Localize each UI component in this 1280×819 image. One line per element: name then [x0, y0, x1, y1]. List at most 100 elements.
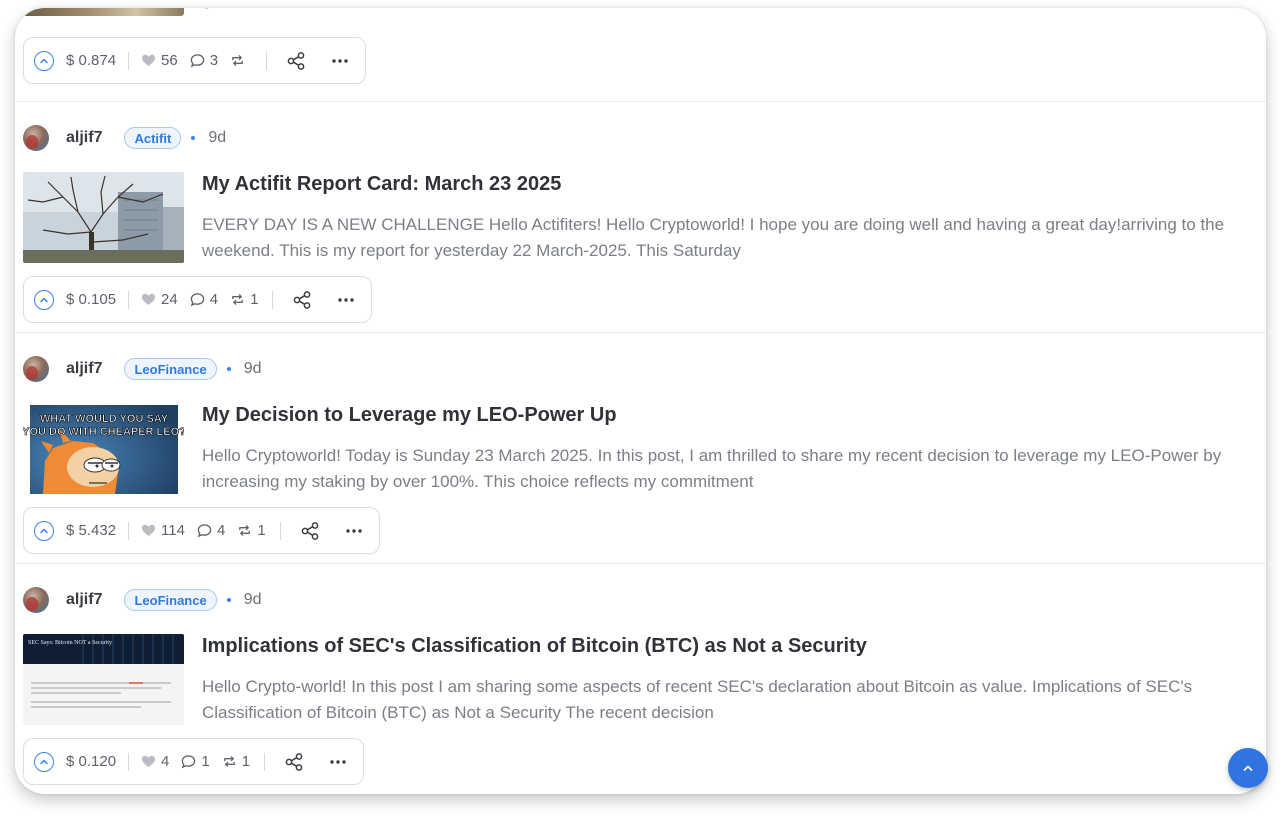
heart-icon: [141, 524, 156, 537]
avatar[interactable]: [23, 125, 49, 151]
post-thumbnail[interactable]: [23, 8, 184, 16]
like-count: 56: [161, 52, 178, 69]
like-count: 114: [161, 522, 185, 539]
community-badge[interactable]: Actifit: [124, 127, 182, 149]
more-button[interactable]: [329, 50, 351, 72]
community-badge[interactable]: LeoFinance: [124, 589, 217, 611]
meme-image: WHAT WOULD YOU SAY YOU DO WITH CHEAPER L…: [23, 403, 184, 494]
reblog-icon: [223, 756, 235, 767]
share-button[interactable]: [283, 751, 305, 773]
upvote-button[interactable]: [34, 520, 54, 541]
share-button[interactable]: [299, 520, 321, 542]
scroll-to-top-button[interactable]: [1228, 748, 1268, 788]
reblog-button[interactable]: [230, 53, 250, 68]
tree-photo-image: [23, 172, 184, 263]
share-button[interactable]: [285, 50, 307, 72]
heart-icon: [141, 54, 156, 67]
like-button[interactable]: 24: [141, 291, 178, 308]
separator-dot: [226, 598, 231, 602]
community-badge[interactable]: LeoFinance: [124, 358, 217, 380]
upvote-icon[interactable]: [34, 289, 54, 310]
like-button[interactable]: 114: [141, 522, 185, 539]
post-card: aljif7 LeoFinance 9d WHAT WOULD YOU SAY: [15, 333, 1266, 564]
heart-icon: [141, 755, 156, 768]
like-count: 4: [161, 753, 170, 770]
comment-count: 4: [209, 291, 219, 308]
comment-count: 4: [216, 522, 226, 539]
share-icon: [294, 290, 311, 309]
payout-value[interactable]: $ 0.874: [66, 52, 116, 69]
payout-value[interactable]: $ 0.120: [66, 753, 116, 770]
post-card: aljif7 Actifit 9d My Actifit Report Card…: [15, 102, 1266, 333]
divider: [266, 51, 268, 70]
more-button[interactable]: [343, 520, 365, 542]
post-thumbnail[interactable]: [23, 172, 184, 263]
post-title[interactable]: My Actifit Report Card: March 23 2025: [202, 173, 561, 196]
post-header: aljif7 LeoFinance 9d: [23, 585, 262, 615]
comment-count: 3: [209, 52, 219, 69]
author-name[interactable]: aljif7: [66, 360, 102, 378]
divider: [128, 521, 130, 540]
upvote-icon[interactable]: [34, 520, 54, 541]
more-icon: [338, 297, 355, 302]
post-age: 9d: [243, 360, 262, 377]
more-button[interactable]: [327, 751, 349, 773]
comment-button[interactable]: 1: [181, 753, 210, 770]
avatar[interactable]: [23, 356, 49, 382]
reblog-button[interactable]: 1: [230, 291, 258, 308]
post-excerpt[interactable]: Hello Cryptoworld! Today is Sunday 23 Ma…: [202, 443, 1252, 495]
upvote-icon[interactable]: [34, 50, 54, 71]
reblog-button[interactable]: 1: [222, 753, 250, 770]
share-icon: [287, 51, 305, 70]
thumbnail-heading: SEC Says: Bitcoin NOT a Security: [28, 640, 112, 646]
post-header: aljif7 Actifit 9d: [23, 123, 226, 153]
author-name[interactable]: aljif7: [66, 129, 102, 147]
post-excerpt: g: [202, 8, 1242, 14]
more-button[interactable]: [335, 289, 357, 311]
payout-value[interactable]: $ 0.105: [66, 291, 116, 308]
more-icon: [332, 58, 348, 63]
meme-caption-top: WHAT WOULD YOU SAY: [40, 413, 169, 425]
reblog-count: 1: [257, 522, 266, 539]
chevron-up-icon: [1243, 765, 1253, 771]
comment-icon: [182, 755, 196, 769]
comment-button[interactable]: 4: [190, 291, 218, 308]
reblog-button[interactable]: 1: [237, 522, 266, 539]
share-icon: [301, 521, 319, 540]
divider: [279, 521, 281, 540]
divider: [128, 290, 130, 309]
post-thumbnail[interactable]: WHAT WOULD YOU SAY YOU DO WITH CHEAPER L…: [23, 403, 184, 494]
reblog-count: 1: [241, 753, 251, 770]
payout-value[interactable]: $ 5.432: [66, 522, 116, 539]
upvote-icon[interactable]: [34, 751, 54, 772]
upvote-button[interactable]: [34, 751, 54, 772]
comment-button[interactable]: 3: [190, 52, 218, 69]
upvote-button[interactable]: [34, 289, 54, 310]
author-name[interactable]: aljif7: [66, 591, 102, 609]
share-button[interactable]: [291, 289, 313, 311]
post-excerpt[interactable]: Hello Crypto-world! In this post I am sh…: [202, 674, 1252, 726]
like-button[interactable]: 4: [141, 753, 169, 770]
post-thumbnail[interactable]: SEC Says: Bitcoin NOT a Security: [23, 634, 184, 725]
divider: [128, 51, 130, 70]
reblog-icon: [239, 525, 251, 536]
post-title[interactable]: Implications of SEC's Classification of …: [202, 635, 867, 658]
upvote-button[interactable]: [34, 50, 54, 71]
post-header: aljif7 LeoFinance 9d: [23, 354, 262, 384]
like-button[interactable]: 56: [141, 52, 178, 69]
heart-icon: [141, 293, 156, 306]
comment-count: 1: [201, 753, 210, 770]
post-excerpt[interactable]: EVERY DAY IS A NEW CHALLENGE Hello Actif…: [202, 212, 1252, 264]
post-title[interactable]: My Decision to Leverage my LEO-Power Up: [202, 404, 617, 427]
post-card: aljif7 LeoFinance 9d SEC Says: Bitcoin N…: [15, 564, 1266, 794]
reblog-icon: [232, 55, 243, 66]
share-icon: [285, 752, 303, 771]
more-icon: [345, 528, 362, 533]
avatar[interactable]: [23, 587, 49, 613]
comment-button[interactable]: 4: [197, 522, 225, 539]
separator-dot: [226, 367, 231, 371]
post-age: 9d: [208, 129, 227, 146]
divider: [272, 290, 274, 309]
comment-icon: [197, 524, 212, 538]
post-actions-bar: $ 0.874 56 3: [23, 37, 367, 84]
